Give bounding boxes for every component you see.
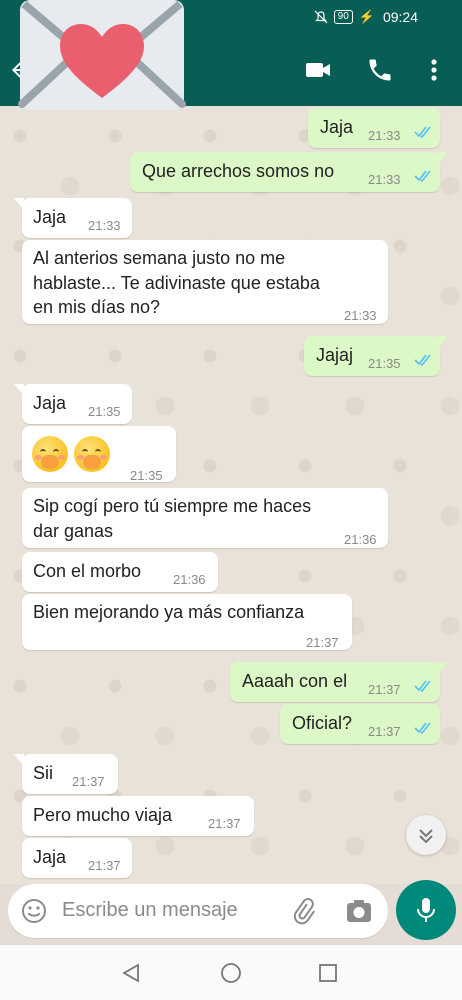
message-time: 21:36 bbox=[344, 532, 377, 547]
hand-over-mouth-emoji-icon bbox=[32, 436, 68, 472]
read-ticks-icon bbox=[414, 170, 431, 182]
message-incoming[interactable]: Jaja 21:33 bbox=[14, 198, 132, 238]
nav-back-icon[interactable] bbox=[120, 962, 142, 984]
hand-over-mouth-emoji-icon bbox=[74, 436, 110, 472]
message-time: 21:33 bbox=[368, 128, 401, 143]
bubble-tail bbox=[14, 384, 24, 396]
message-text-line: dar ganas bbox=[33, 521, 114, 541]
status-icons: 90 ⚡ 09:24 bbox=[314, 9, 418, 25]
message-text-line: Al anterios semana justo no me bbox=[33, 248, 286, 268]
camera-icon[interactable] bbox=[344, 897, 374, 925]
message-incoming[interactable]: Jaja 21:37 bbox=[22, 838, 132, 878]
more-options-icon[interactable] bbox=[420, 56, 448, 84]
message-text: Que arrechos somos no bbox=[142, 161, 335, 181]
message-incoming[interactable]: Con el morbo 21:36 bbox=[22, 552, 218, 592]
message-text: Con el morbo bbox=[33, 561, 142, 581]
message-input-bar[interactable]: Escribe un mensaje bbox=[8, 884, 388, 938]
message-outgoing[interactable]: Aaaah con el 21:37 bbox=[230, 662, 448, 702]
message-text: Aaaah con el bbox=[242, 671, 348, 691]
bubble-tail bbox=[438, 336, 448, 348]
message-input[interactable]: Escribe un mensaje bbox=[62, 899, 238, 922]
read-ticks-icon bbox=[414, 126, 431, 138]
message-time: 21:36 bbox=[173, 572, 206, 587]
message-incoming-emoji[interactable]: 21:35 bbox=[22, 426, 176, 483]
message-incoming[interactable]: Sii 21:37 bbox=[14, 754, 118, 794]
message-text: Jaja bbox=[320, 117, 354, 137]
message-incoming[interactable]: Al anterios semana justo no me hablaste.… bbox=[22, 240, 388, 324]
double-chevron-down-icon bbox=[419, 829, 433, 844]
message-outgoing[interactable]: Que arrechos somos no 21:33 bbox=[130, 152, 448, 192]
message-time: 21:37 bbox=[208, 816, 241, 831]
message-time: 21:37 bbox=[368, 724, 401, 739]
message-incoming[interactable]: Sip cogí pero tú siempre me haces dar ga… bbox=[22, 488, 388, 548]
video-call-icon[interactable] bbox=[304, 56, 332, 84]
message-time: 21:37 bbox=[368, 682, 401, 697]
message-text: Jaja bbox=[33, 393, 67, 413]
message-time: 21:35 bbox=[130, 468, 163, 483]
message-incoming[interactable]: Pero mucho viaja 21:37 bbox=[22, 796, 254, 836]
microphone-icon bbox=[417, 898, 435, 922]
message-text: Sii bbox=[33, 763, 54, 783]
battery-level: 90 bbox=[333, 10, 353, 24]
message-time: 21:33 bbox=[344, 308, 377, 323]
love-letter-icon bbox=[18, 0, 186, 110]
emoji-icon[interactable] bbox=[20, 897, 48, 925]
read-ticks-icon bbox=[414, 680, 431, 692]
message-text-line: en mis días no? bbox=[33, 297, 161, 317]
message-text: Jaja bbox=[33, 207, 67, 227]
scroll-to-bottom-button[interactable] bbox=[406, 815, 446, 855]
nav-home-icon[interactable] bbox=[220, 962, 242, 984]
mute-icon bbox=[314, 10, 328, 24]
message-text-line: Sip cogí pero tú siempre me haces bbox=[33, 496, 312, 516]
nav-recents-icon[interactable] bbox=[318, 963, 338, 983]
message-time: 21:33 bbox=[88, 218, 121, 233]
message-outgoing[interactable]: Jajaj 21:35 bbox=[304, 336, 448, 376]
read-ticks-icon bbox=[414, 722, 431, 734]
clock: 09:24 bbox=[382, 9, 418, 25]
voice-call-icon[interactable] bbox=[366, 56, 394, 84]
message-time: 21:35 bbox=[88, 404, 121, 419]
message-time: 21:37 bbox=[306, 635, 339, 650]
message-time: 21:35 bbox=[368, 356, 401, 371]
message-text: Pero mucho viaja bbox=[33, 805, 173, 825]
voice-message-button[interactable] bbox=[396, 880, 456, 940]
attach-icon[interactable] bbox=[288, 896, 318, 926]
message-text: Jajaj bbox=[316, 345, 354, 365]
bubble-tail bbox=[14, 754, 24, 766]
read-ticks-icon bbox=[414, 354, 431, 366]
message-text-line: hablaste... Te adivinaste que estaba bbox=[33, 273, 320, 293]
message-time: 21:37 bbox=[88, 858, 121, 873]
message-incoming[interactable]: Bien mejorando ya más confianza 21:37 bbox=[22, 594, 352, 650]
message-time: 21:37 bbox=[72, 774, 105, 789]
system-navigation-bar bbox=[0, 945, 462, 1000]
message-text: Oficial? bbox=[292, 713, 353, 733]
message-text: Jaja bbox=[33, 847, 67, 867]
message-time: 21:33 bbox=[368, 172, 401, 187]
message-text: Bien mejorando ya más confianza bbox=[33, 602, 305, 622]
charging-icon: ⚡ bbox=[358, 9, 375, 24]
message-incoming[interactable]: Jaja 21:35 bbox=[14, 384, 132, 424]
message-outgoing[interactable]: Oficial? 21:37 bbox=[280, 704, 440, 744]
message-outgoing[interactable]: Jaja 21:33 bbox=[308, 108, 440, 148]
bubble-tail bbox=[438, 152, 448, 164]
bubble-tail bbox=[438, 662, 448, 674]
chat-area[interactable]: Jaja 21:33 Que arrechos somos no 21:33 J… bbox=[0, 106, 462, 884]
bubble-tail bbox=[14, 198, 24, 210]
